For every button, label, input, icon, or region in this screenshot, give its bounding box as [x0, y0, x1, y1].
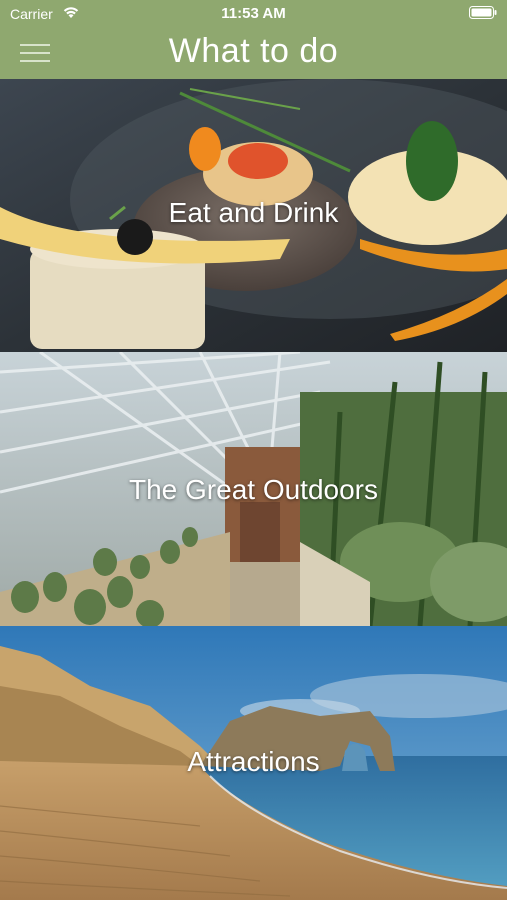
page-title: What to do [168, 32, 339, 70]
category-tile-attractions[interactable]: Attractions [0, 626, 507, 900]
category-tile-the-great-outdoors[interactable]: The Great Outdoors [0, 352, 507, 626]
navigation-bar: What to do [0, 28, 507, 79]
status-time: 11:53 AM [221, 5, 286, 22]
category-tile-eat-and-drink[interactable]: Eat and Drink [0, 79, 507, 352]
category-label: Eat and Drink [168, 197, 339, 228]
category-label: Attractions [187, 746, 320, 777]
battery-icon [469, 6, 497, 19]
app-header: Carrier 11:53 AM What to do [0, 0, 507, 79]
status-bar: Carrier 11:53 AM [0, 0, 507, 28]
category-label: The Great Outdoors [128, 474, 378, 505]
